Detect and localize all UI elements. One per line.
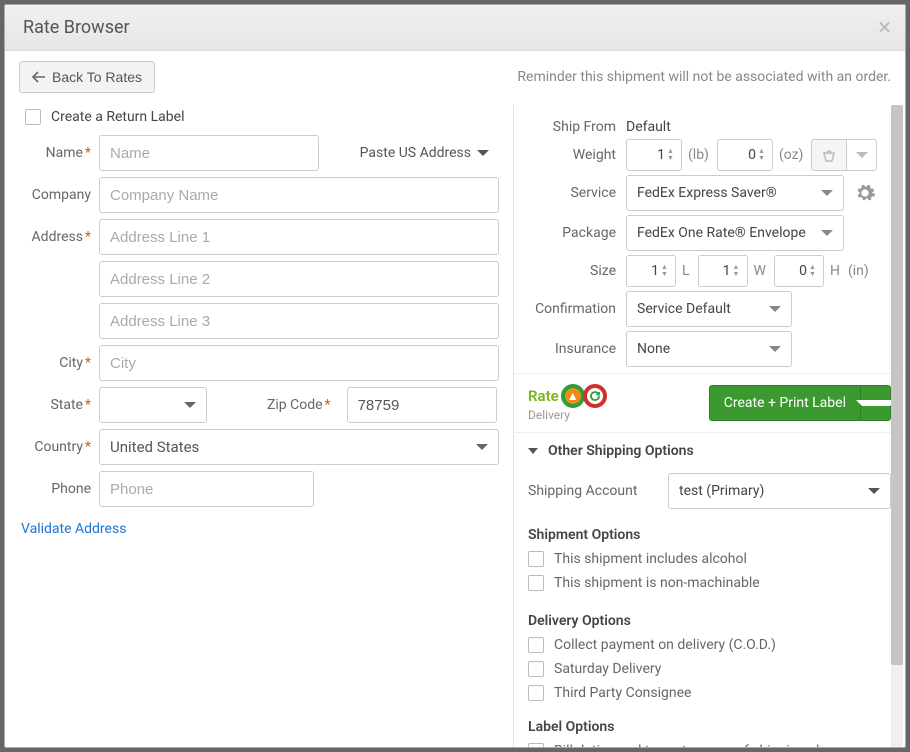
non-machinable-checkbox[interactable] [528,575,544,591]
confirmation-label: Confirmation [528,301,626,317]
scale-button[interactable] [811,139,847,171]
package-select[interactable]: FedEx One Rate® Envelope [626,215,844,251]
city-label: City [19,355,99,371]
company-label: Company [19,187,99,203]
delivery-subtext: Delivery [528,408,607,422]
return-label-text: Create a Return Label [51,109,184,125]
company-input[interactable] [99,177,499,213]
paste-address-button[interactable]: Paste US Address [360,145,499,161]
scale-dropdown[interactable] [847,139,877,171]
insurance-label: Insurance [528,341,626,357]
lb-unit: (lb) [688,147,709,163]
shipping-account-label: Shipping Account [528,483,658,499]
label-options-heading: Label Options [514,711,905,739]
chevron-down-icon [856,152,868,158]
zip-input[interactable] [347,387,497,423]
modal-title: Rate Browser × [5,5,905,51]
body: Create a Return Label Name Paste US Addr… [5,105,905,747]
zip-label: Zip Code [267,397,339,413]
chevron-down-icon [868,488,880,494]
state-select[interactable] [99,387,207,423]
arrow-left-icon [32,71,46,83]
bill-duties-checkbox[interactable] [528,743,544,747]
gear-icon[interactable] [854,182,876,204]
back-label: Back To Rates [52,69,142,85]
shipfrom-label: Ship From [528,119,626,135]
chevron-down-icon [184,402,196,408]
insurance-select[interactable]: None [626,331,792,367]
country-value: United States [110,438,199,456]
chevron-down-icon [769,346,781,352]
size-l-input[interactable]: 1▲▼ [626,255,676,287]
validate-address-link[interactable]: Validate Address [19,521,126,537]
toolbar: Back To Rates Reminder this shipment wil… [5,51,905,105]
address1-input[interactable] [99,219,499,255]
return-label-checkbox[interactable] [25,109,41,125]
rate-bar: Rate ▲ Delivery Create + Print Label [514,373,905,433]
chevron-down-icon [476,444,488,450]
service-select[interactable]: FedEx Express Saver® [626,175,844,211]
address2-input[interactable] [99,261,499,297]
close-icon[interactable]: × [878,15,891,39]
city-input[interactable] [99,345,499,381]
chevron-down-icon [528,448,538,454]
weight-oz-input[interactable]: 0▲▼ [717,139,773,171]
spinner-icon[interactable]: ▲▼ [758,142,770,168]
service-label: Service [528,185,626,201]
chevron-down-icon [769,306,781,312]
name-label: Name [19,145,99,161]
back-button[interactable]: Back To Rates [19,61,155,93]
spinner-icon[interactable]: ▲▼ [667,142,679,168]
alcohol-checkbox[interactable] [528,551,544,567]
chevron-down-icon [477,150,489,156]
other-options-label: Other Shipping Options [548,443,694,459]
weight-label: Weight [528,147,626,163]
size-label: Size [528,263,626,279]
shipfrom-value: Default [626,119,671,135]
chevron-down-icon [821,190,833,196]
shipment-options-heading: Shipment Options [514,519,905,547]
name-input[interactable] [99,135,319,171]
country-label: Country [19,439,99,455]
delivery-options-heading: Delivery Options [514,605,905,633]
address3-input[interactable] [99,303,499,339]
third-party-checkbox[interactable] [528,685,544,701]
shipping-panel: Ship From Default Weight 1▲▼ (lb) 0▲▼ (o… [513,105,905,747]
size-w-input[interactable]: 1▲▼ [698,255,748,287]
rate-title: Rate [528,387,559,405]
size-h-input[interactable]: 0▲▼ [774,255,824,287]
scrollbar-thumb[interactable] [891,105,903,665]
address-panel: Create a Return Label Name Paste US Addr… [5,105,513,747]
cta-dropdown[interactable] [860,386,890,420]
package-label: Package [528,225,626,241]
address-label: Address [19,229,99,245]
refresh-icon[interactable] [583,384,607,408]
chevron-down-icon [856,400,896,406]
reminder-text: Reminder this shipment will not be assoc… [517,69,891,85]
chevron-down-icon [821,230,833,236]
paste-address-label: Paste US Address [360,145,471,161]
saturday-checkbox[interactable] [528,661,544,677]
rate-browser-modal: Rate Browser × Back To Rates Reminder th… [4,4,906,748]
confirmation-select[interactable]: Service Default [626,291,792,327]
phone-input[interactable] [99,471,314,507]
scale-icon [821,147,837,163]
phone-label: Phone [19,481,99,497]
country-select[interactable]: United States [99,429,499,465]
create-print-label-button[interactable]: Create + Print Label [709,385,891,421]
other-options-toggle[interactable]: Other Shipping Options [514,433,905,469]
warning-icon[interactable]: ▲ [561,384,585,408]
state-label: State [19,397,99,413]
oz-unit: (oz) [779,147,804,163]
weight-lb-input[interactable]: 1▲▼ [626,139,682,171]
cta-label: Create + Print Label [710,395,860,411]
shipping-account-select[interactable]: test (Primary) [668,473,891,509]
modal-title-text: Rate Browser [23,17,130,38]
cod-checkbox[interactable] [528,637,544,653]
